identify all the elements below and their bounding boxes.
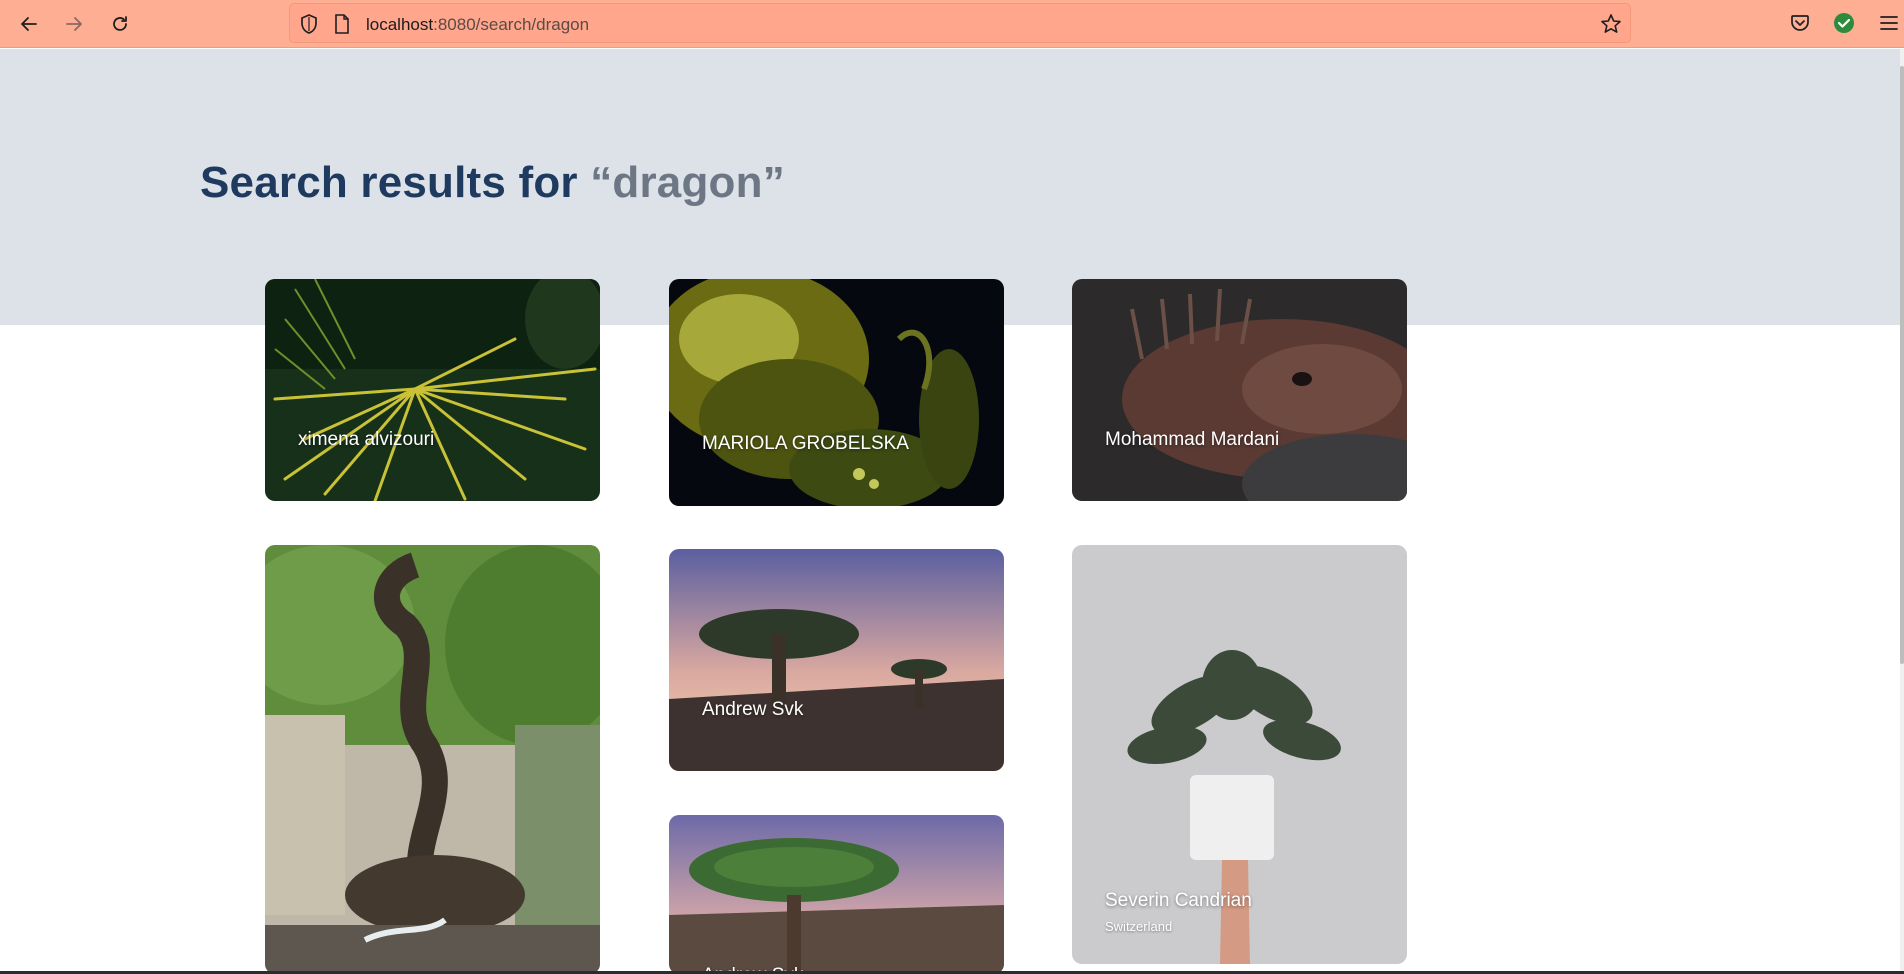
extension-check-icon[interactable] [1831, 10, 1857, 36]
page-title: Search results for “dragon” [200, 158, 785, 208]
page-icon[interactable] [334, 14, 350, 39]
photographer-location: Switzerland [1105, 919, 1173, 934]
result-card[interactable] [265, 545, 600, 974]
iguana-photo [1072, 279, 1407, 501]
result-card[interactable]: Andrew Svk [669, 549, 1004, 771]
url-path: :8080/search/dragon [433, 15, 590, 34]
forward-arrow-icon[interactable] [58, 8, 90, 40]
photographer-name: MARIOLA GROBELSKA [702, 433, 909, 454]
result-card[interactable]: Severin Candrian Switzerland [1072, 545, 1407, 964]
photographer-name: ximena alvizouri [298, 429, 435, 450]
scrollbar-thumb[interactable] [1900, 66, 1904, 664]
result-card[interactable]: ximena alvizouri [265, 279, 600, 501]
pocket-icon[interactable] [1787, 10, 1813, 36]
result-card[interactable]: MARIOLA GROBELSKA [669, 279, 1004, 506]
url-text[interactable]: localhost:8080/search/dragon [366, 15, 589, 35]
back-arrow-icon[interactable] [13, 8, 45, 40]
photographer-name: Mohammad Mardani [1105, 429, 1280, 450]
dragon-tree-sunset-photo [669, 549, 1004, 771]
dragon-sculpture-photo [669, 279, 1004, 506]
star-icon[interactable] [1600, 13, 1622, 40]
palm-leaves-photo [265, 279, 600, 501]
reload-icon[interactable] [104, 8, 136, 40]
photographer-name: Andrew Svk [702, 699, 804, 720]
address-bar[interactable]: localhost:8080/search/dragon [289, 3, 1631, 43]
shield-icon[interactable] [300, 14, 318, 39]
menu-icon[interactable] [1876, 10, 1902, 36]
result-card[interactable]: Andrew Svk [669, 815, 1004, 974]
search-query: “dragon” [590, 158, 785, 207]
dragon-blood-tree-photo [669, 815, 1004, 974]
browser-toolbar: localhost:8080/search/dragon [0, 0, 1904, 48]
photographer-name: Severin Candrian [1105, 890, 1252, 911]
title-prefix: Search results for [200, 158, 591, 207]
url-host: localhost [366, 15, 434, 34]
result-card[interactable]: Mohammad Mardani [1072, 279, 1407, 501]
dragon-fountain-photo [265, 545, 600, 974]
